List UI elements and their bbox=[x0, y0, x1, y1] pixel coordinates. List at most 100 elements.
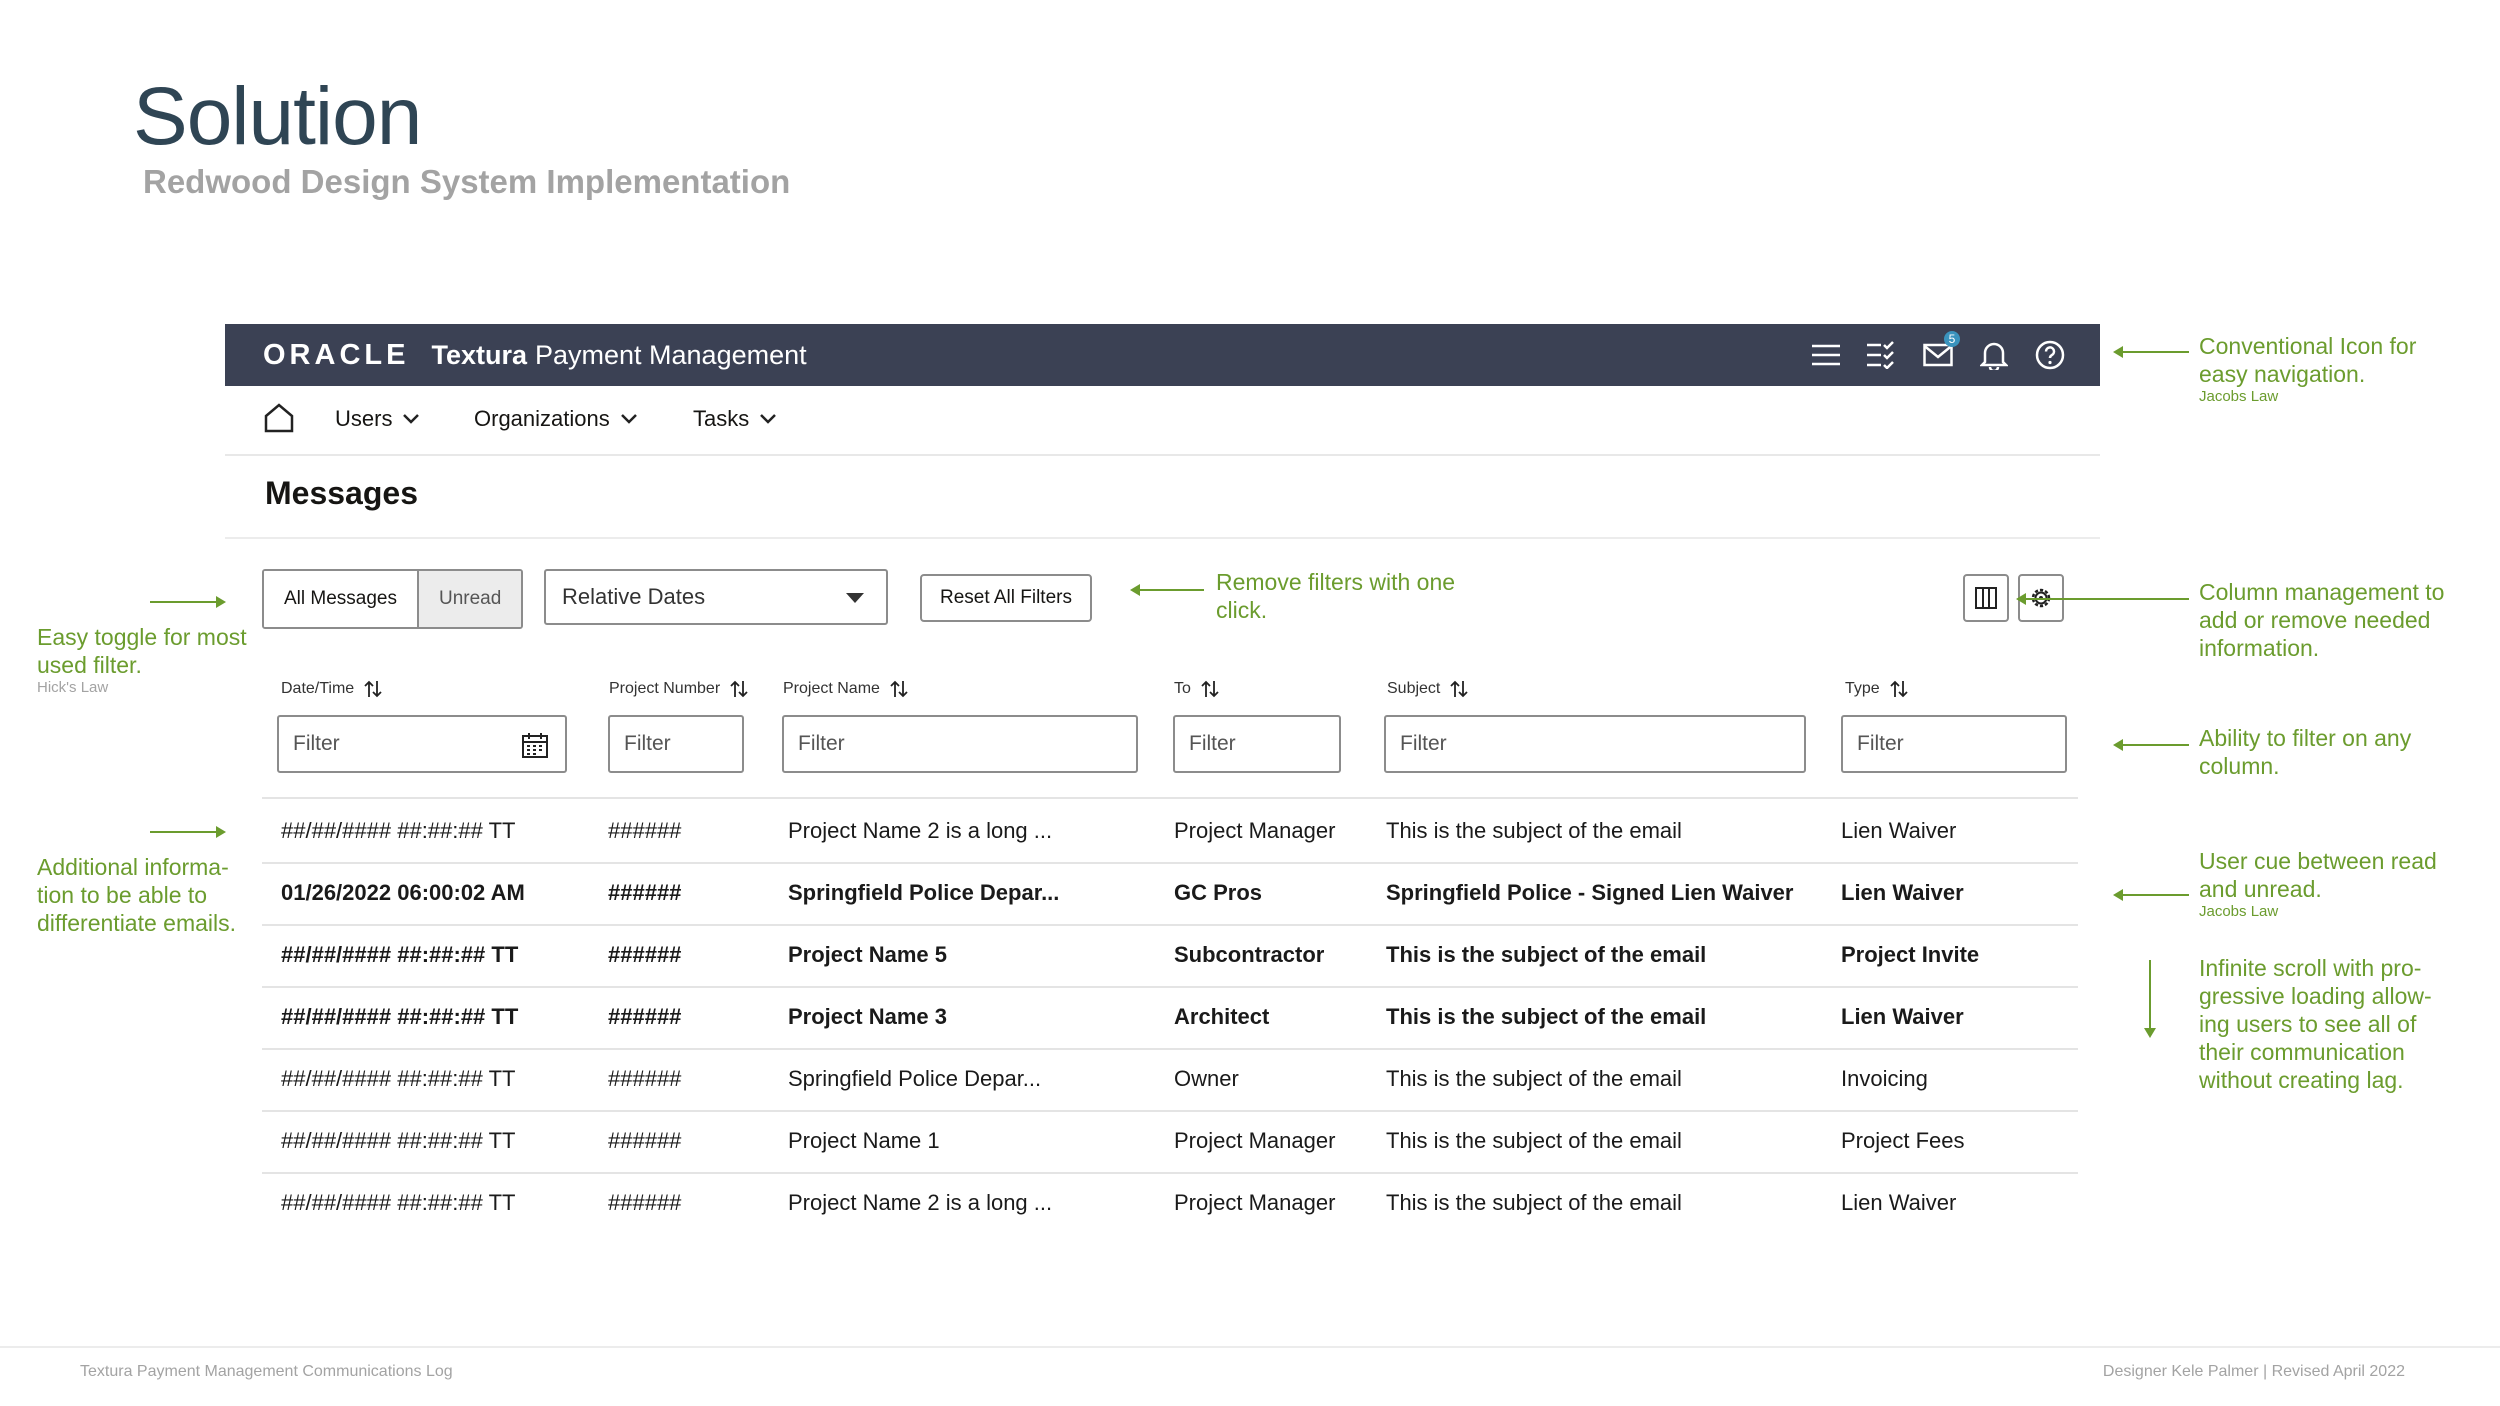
annotation-law: Hick's Law bbox=[37, 679, 109, 696]
chevron-down-icon bbox=[760, 414, 777, 424]
table-row[interactable]: ##/##/#### ##:##:## TT ###### Project Na… bbox=[262, 986, 2078, 1050]
filter-date-time[interactable]: Filter bbox=[277, 715, 567, 773]
product-name-bold: Textura bbox=[431, 339, 527, 370]
filter-placeholder: Filter bbox=[1189, 732, 1236, 755]
chevron-down-icon bbox=[620, 414, 637, 424]
help-icon[interactable] bbox=[2032, 337, 2068, 373]
column-header-project-number[interactable]: Project Number bbox=[609, 679, 748, 699]
annotation-law: Jacobs Law bbox=[2199, 903, 2279, 920]
footer-left: Textura Payment Management Communication… bbox=[80, 1363, 453, 1380]
cell-to: Project Manager bbox=[1174, 1190, 1336, 1215]
filter-placeholder: Filter bbox=[293, 732, 340, 755]
chevron-down-icon bbox=[403, 414, 420, 424]
cell-project-number: ###### bbox=[608, 1128, 682, 1153]
sort-icon bbox=[730, 680, 748, 698]
relative-dates-select[interactable]: Relative Dates bbox=[544, 569, 888, 625]
nav-item-users[interactable]: Users bbox=[335, 406, 420, 432]
table-row[interactable]: ##/##/#### ##:##:## TT ###### Project Na… bbox=[262, 800, 2078, 864]
filter-placeholder: Filter bbox=[1857, 732, 1904, 755]
arrow-right-icon bbox=[216, 826, 226, 838]
annotation-law: Jacobs Law bbox=[2199, 388, 2279, 405]
cell-project-number: ###### bbox=[608, 818, 682, 843]
cell-type: Lien Waiver bbox=[1841, 1004, 1964, 1029]
cell-to: Owner bbox=[1174, 1066, 1239, 1091]
slide-title: Solution bbox=[133, 71, 422, 162]
brand[interactable]: ORACLE Textura Payment Management bbox=[263, 324, 807, 386]
task-list-icon[interactable] bbox=[1864, 337, 1900, 373]
filter-to[interactable]: Filter bbox=[1173, 715, 1341, 773]
cell-date: 01/26/2022 06:00:02 AM bbox=[281, 880, 525, 905]
annotation-remove-filters: Remove filters with one click. bbox=[1216, 568, 1455, 624]
cell-type: Lien Waiver bbox=[1841, 818, 1957, 843]
filter-project-number[interactable]: Filter bbox=[608, 715, 744, 773]
cell-type: Project Fees bbox=[1841, 1128, 1965, 1153]
filter-project-name[interactable]: Filter bbox=[782, 715, 1138, 773]
nav-item-label: Organizations bbox=[474, 406, 610, 431]
cell-project-number: ###### bbox=[608, 1190, 682, 1215]
column-header-label: Date/Time bbox=[281, 680, 355, 697]
cell-subject: This is the subject of the email bbox=[1386, 1004, 1707, 1029]
sort-icon bbox=[1201, 680, 1219, 698]
column-header-date-time[interactable]: Date/Time bbox=[281, 679, 382, 699]
filter-subject[interactable]: Filter bbox=[1384, 715, 1806, 773]
mail-badge: 5 bbox=[1944, 331, 1960, 347]
table-row[interactable]: ##/##/#### ##:##:## TT ###### Project Na… bbox=[262, 1110, 2078, 1174]
sort-icon bbox=[890, 680, 908, 698]
cell-date: ##/##/#### ##:##:## TT bbox=[281, 1190, 516, 1215]
cell-subject: This is the subject of the email bbox=[1386, 818, 1682, 843]
annotation-line bbox=[150, 831, 216, 833]
annotation-line bbox=[2121, 894, 2189, 896]
filter-placeholder: Filter bbox=[798, 732, 845, 755]
column-header-label: Type bbox=[1845, 680, 1880, 697]
annotation-line bbox=[150, 601, 216, 603]
sort-icon bbox=[1890, 680, 1908, 698]
header-icons: 5 bbox=[1808, 331, 2068, 374]
divider bbox=[225, 537, 2100, 539]
column-header-subject[interactable]: Subject bbox=[1387, 679, 1469, 699]
cell-project-name: Project Name 2 is a long ... bbox=[788, 818, 1053, 843]
annotation-toggle: Easy toggle for most used filter. Hick's… bbox=[37, 623, 247, 696]
mail-icon[interactable]: 5 bbox=[1920, 331, 1960, 373]
annotation-text: ing users to see all of bbox=[2199, 1011, 2417, 1037]
cell-subject: This is the subject of the email bbox=[1386, 1066, 1682, 1091]
column-header-project-name[interactable]: Project Name bbox=[783, 679, 908, 699]
hamburger-menu-icon[interactable] bbox=[1808, 337, 1844, 373]
cell-date: ##/##/#### ##:##:## TT bbox=[281, 1128, 516, 1153]
cell-project-number: ###### bbox=[608, 1066, 682, 1091]
nav-bar: Users Organizations Tasks bbox=[225, 386, 2100, 456]
annotation-text: gressive loading allow- bbox=[2199, 983, 2432, 1009]
table-row[interactable]: ##/##/#### ##:##:## TT ###### Project Na… bbox=[262, 924, 2078, 988]
calendar-icon[interactable] bbox=[521, 731, 549, 759]
select-value: Relative Dates bbox=[562, 584, 706, 609]
annotation-text: Additional informa- bbox=[37, 854, 229, 880]
column-header-type[interactable]: Type bbox=[1845, 679, 1908, 699]
slide-subtitle: Redwood Design System Implementation bbox=[143, 163, 791, 200]
toggle-unread[interactable]: Unread bbox=[419, 571, 522, 627]
cell-date: ##/##/#### ##:##:## TT bbox=[281, 942, 519, 967]
bell-icon[interactable] bbox=[1976, 337, 2012, 373]
cell-project-number: ###### bbox=[608, 1004, 682, 1029]
annotation-text: User cue between read bbox=[2199, 848, 2437, 874]
cell-subject: This is the subject of the email bbox=[1386, 1190, 1682, 1215]
app-header: ORACLE Textura Payment Management 5 bbox=[225, 324, 2100, 386]
reset-all-filters-button[interactable]: Reset All Filters bbox=[920, 574, 1092, 622]
table-row[interactable]: 01/26/2022 06:00:02 AM ###### Springfiel… bbox=[262, 862, 2078, 926]
table-row[interactable]: ##/##/#### ##:##:## TT ###### Springfiel… bbox=[262, 1048, 2078, 1112]
table-row[interactable]: ##/##/#### ##:##:## TT ###### Project Na… bbox=[262, 1172, 2078, 1234]
column-header-label: To bbox=[1174, 680, 1191, 697]
cell-to: Subcontractor bbox=[1174, 942, 1325, 967]
nav-item-organizations[interactable]: Organizations bbox=[474, 406, 638, 432]
cell-subject: Springfield Police - Signed Lien Waiver bbox=[1386, 880, 1794, 905]
filter-type[interactable]: Filter bbox=[1841, 715, 2067, 773]
product-name: Payment Management bbox=[534, 339, 807, 370]
column-management-button[interactable] bbox=[1963, 574, 2009, 622]
annotation-line bbox=[2149, 960, 2151, 1030]
column-header-to[interactable]: To bbox=[1174, 679, 1219, 699]
toggle-all-messages[interactable]: All Messages bbox=[264, 571, 419, 627]
column-header-label: Project Number bbox=[609, 680, 721, 697]
cell-to: Project Manager bbox=[1174, 1128, 1336, 1153]
oracle-logo: ORACLE bbox=[263, 338, 410, 371]
nav-item-tasks[interactable]: Tasks bbox=[693, 406, 777, 432]
annotation-line bbox=[2121, 351, 2189, 353]
home-icon[interactable] bbox=[263, 402, 295, 439]
